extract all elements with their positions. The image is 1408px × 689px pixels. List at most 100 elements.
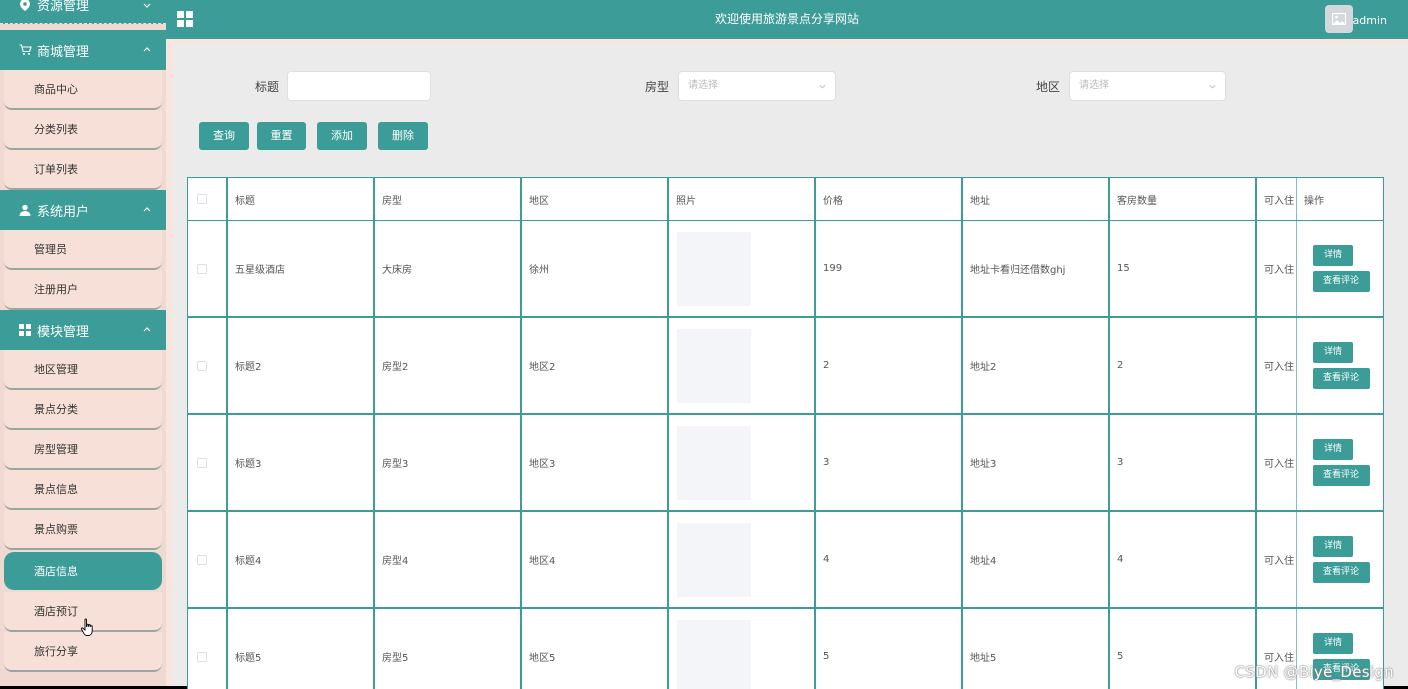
chevron-up-icon <box>143 207 151 212</box>
cell-room-count: 15 <box>1110 221 1257 316</box>
sidebar-item-registered-users[interactable]: 注册用户 <box>4 270 162 310</box>
avatar[interactable] <box>1325 5 1353 33</box>
cell-photo <box>669 609 816 689</box>
sidebar-group-label: 系统用户 <box>37 204 90 220</box>
location-pin-icon <box>18 0 32 12</box>
cell-photo <box>669 221 816 316</box>
cell-actions: 详情 查看评论 <box>1297 415 1383 510</box>
sidebar-item-product-center[interactable]: 商品中心 <box>4 70 162 110</box>
cell-title: 五星级酒店 <box>228 221 375 316</box>
cell-availability: 可入住 <box>1257 415 1297 510</box>
main-content: 标题 房型 请选择 地区 请选择 查询 重置 添加 删除 标题 房型 地区 照片… <box>166 39 1408 689</box>
detail-button[interactable]: 详情 <box>1313 633 1353 654</box>
cell-title: 标题3 <box>228 415 375 510</box>
cell-price: 199 <box>816 221 963 316</box>
view-comments-button[interactable]: 查看评论 <box>1312 562 1370 583</box>
image-placeholder-icon <box>1332 13 1346 25</box>
view-comments-button[interactable]: 查看评论 <box>1312 271 1370 292</box>
cell-room-count: 3 <box>1110 415 1257 510</box>
sidebar-item-hotel-info[interactable]: 酒店信息 <box>4 552 162 590</box>
col-header: 照片 <box>669 178 816 220</box>
row-checkbox[interactable] <box>197 651 207 662</box>
sidebar-group-modules[interactable]: 模块管理 <box>0 310 166 350</box>
title-search-input[interactable] <box>287 71 431 101</box>
row-select-cell <box>188 609 228 689</box>
reset-button[interactable]: 重置 <box>257 122 306 150</box>
cell-room-type: 房型2 <box>375 318 522 413</box>
cell-address: 地址3 <box>963 415 1110 510</box>
sidebar-group-resources[interactable]: 资源管理 <box>0 0 166 24</box>
cell-room-count: 2 <box>1110 318 1257 413</box>
row-select-cell <box>188 221 228 316</box>
hotel-table: 标题 房型 地区 照片 价格 地址 客房数量 可入住 操作 五星级酒店 大床房 徐州… <box>187 177 1384 689</box>
cell-address: 地址卡看归还借数ghj <box>963 221 1110 316</box>
col-header: 房型 <box>375 178 522 220</box>
add-button[interactable]: 添加 <box>317 122 367 150</box>
cell-room-count: 4 <box>1110 512 1257 607</box>
chevron-up-icon <box>143 47 151 52</box>
cell-actions: 详情 查看评论 <box>1297 318 1383 413</box>
sidebar-item-category-list[interactable]: 分类列表 <box>4 110 162 150</box>
table-row: 标题5 房型5 地区5 5 地址5 5 可入住 详情 查看评论 <box>188 609 1383 689</box>
sidebar-item-order-list[interactable]: 订单列表 <box>4 150 162 190</box>
col-header: 地区 <box>522 178 669 220</box>
row-checkbox[interactable] <box>197 554 207 565</box>
user-icon <box>18 203 32 217</box>
title-filter-label: 标题 <box>255 80 280 94</box>
cell-photo <box>669 512 816 607</box>
table-header-row: 标题 房型 地区 照片 价格 地址 客房数量 可入住 操作 <box>188 178 1383 221</box>
detail-button[interactable]: 详情 <box>1313 536 1353 557</box>
hotel-photo <box>677 619 751 689</box>
sidebar-group-label: 商城管理 <box>37 44 90 60</box>
sidebar-groups: 商城管理 商品中心 分类列表 订单列表 系统用户 管理员 注册用户 模块管理 地… <box>0 30 166 672</box>
cell-photo <box>669 318 816 413</box>
cell-room-type: 房型5 <box>375 609 522 689</box>
cell-region: 地区5 <box>522 609 669 689</box>
sidebar-item-scenic-tickets[interactable]: 景点购票 <box>4 510 162 550</box>
table-row: 标题3 房型3 地区3 3 地址3 3 可入住 详情 查看评论 <box>188 415 1383 512</box>
view-comments-button[interactable]: 查看评论 <box>1312 465 1370 486</box>
chevron-up-icon <box>143 327 151 332</box>
row-checkbox[interactable] <box>197 263 207 274</box>
query-button[interactable]: 查询 <box>199 122 249 150</box>
watermark: CSDN @Biye_Design <box>1234 663 1394 681</box>
region-select[interactable]: 请选择 <box>1069 71 1226 101</box>
detail-button[interactable]: 详情 <box>1313 439 1353 460</box>
col-header: 客房数量 <box>1110 178 1257 220</box>
room-type-filter-label: 房型 <box>645 80 670 94</box>
sidebar-group-system-users[interactable]: 系统用户 <box>0 190 166 230</box>
col-header: 操作 <box>1304 195 1324 207</box>
sidebar-group-shop[interactable]: 商城管理 <box>0 30 166 70</box>
cell-price: 4 <box>816 512 963 607</box>
sidebar: 资源管理 商城管理 商品中心 分类列表 订单列表 系统用户 管理员 注册用户 模… <box>0 0 166 686</box>
cell-actions: 详情 查看评论 <box>1297 221 1383 316</box>
chevron-down-icon <box>1209 84 1216 89</box>
chevron-down-icon <box>819 84 826 89</box>
sidebar-group-label: 资源管理 <box>37 0 90 14</box>
sidebar-item-region-mgmt[interactable]: 地区管理 <box>4 350 162 390</box>
sidebar-item-scenic-category[interactable]: 景点分类 <box>4 390 162 430</box>
cell-region: 地区4 <box>522 512 669 607</box>
cell-room-type: 房型3 <box>375 415 522 510</box>
region-filter-label: 地区 <box>1036 80 1061 94</box>
sidebar-item-admins[interactable]: 管理员 <box>4 230 162 270</box>
row-checkbox[interactable] <box>197 457 207 468</box>
username[interactable]: admin <box>1353 0 1387 39</box>
sidebar-item-travel-share[interactable]: 旅行分享 <box>4 632 162 672</box>
cell-region: 地区3 <box>522 415 669 510</box>
hotel-photo <box>677 328 751 403</box>
detail-button[interactable]: 详情 <box>1313 245 1353 266</box>
cell-room-type: 大床房 <box>375 221 522 316</box>
cell-region: 地区2 <box>522 318 669 413</box>
select-all-checkbox[interactable] <box>197 194 207 204</box>
col-header: 可入住 <box>1257 178 1297 220</box>
content-panel: 标题 房型 请选择 地区 请选择 查询 重置 添加 删除 标题 房型 地区 照片… <box>173 44 1408 689</box>
delete-button[interactable]: 删除 <box>378 122 428 150</box>
cell-price: 3 <box>816 415 963 510</box>
sidebar-item-scenic-info[interactable]: 景点信息 <box>4 470 162 510</box>
row-checkbox[interactable] <box>197 360 207 371</box>
view-comments-button[interactable]: 查看评论 <box>1312 368 1370 389</box>
room-type-select[interactable]: 请选择 <box>678 71 836 101</box>
detail-button[interactable]: 详情 <box>1313 342 1353 363</box>
sidebar-item-room-type-mgmt[interactable]: 房型管理 <box>4 430 162 470</box>
